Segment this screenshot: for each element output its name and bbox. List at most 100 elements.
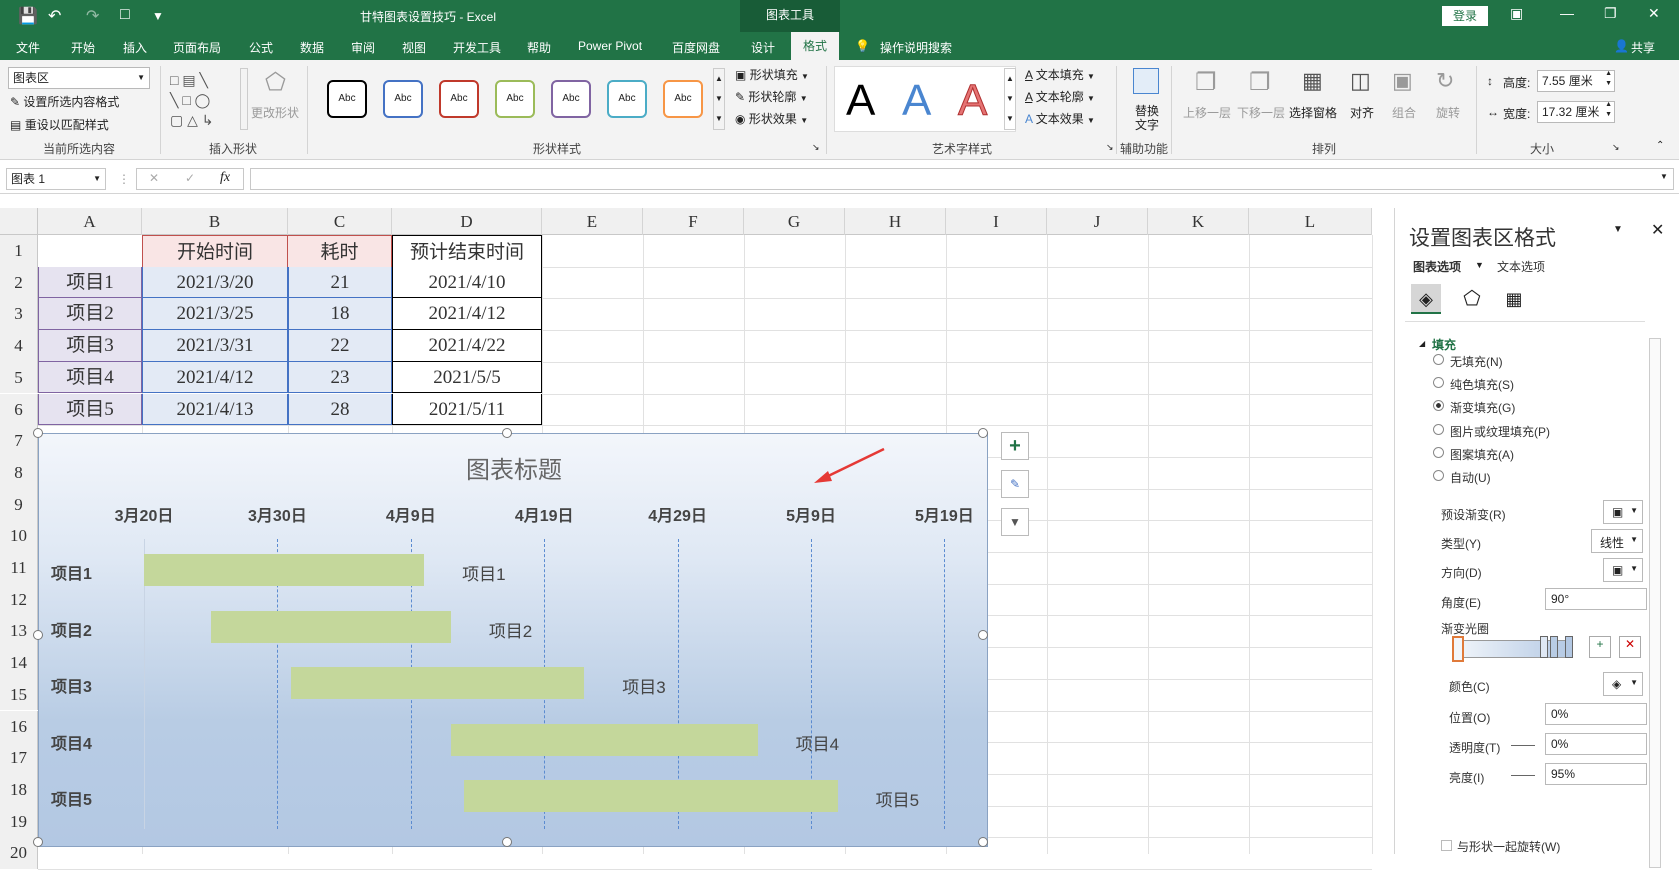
gantt-bar[interactable] xyxy=(144,554,425,586)
column-header-i[interactable]: I xyxy=(946,208,1047,235)
select-all-corner[interactable] xyxy=(0,208,38,235)
radio-solid-fill[interactable] xyxy=(1433,377,1444,388)
align-icon[interactable]: ◫ xyxy=(1350,68,1371,94)
column-header-k[interactable]: K xyxy=(1148,208,1249,235)
wordart-scroll[interactable]: ▲ ▼ ▼ xyxy=(1004,68,1016,130)
reset-style-button[interactable]: ▤ 重设以匹配样式 xyxy=(10,116,109,133)
text-fill-button[interactable]: A 文本填充 ▼ xyxy=(1025,66,1095,83)
align-button[interactable]: 对齐 xyxy=(1350,104,1374,121)
edit-shape-icon[interactable]: ⬠ xyxy=(265,68,286,97)
resize-handle[interactable] xyxy=(33,837,43,847)
row-header[interactable]: 16 xyxy=(0,710,38,743)
send-backward-icon[interactable]: ❐ xyxy=(1249,68,1271,97)
close-icon[interactable]: ✕ xyxy=(1648,5,1660,22)
gantt-chart[interactable]: 图表标题 3月20日 3月30日 4月9日 4月19日 4月29日 5月9日 5月19日 项目… xyxy=(38,433,988,847)
table-cell[interactable]: 项目5 xyxy=(38,393,142,426)
resize-handle[interactable] xyxy=(978,428,988,438)
effects-icon[interactable]: ⬠ xyxy=(1457,284,1487,314)
table-cell[interactable]: 2021/4/12 xyxy=(392,298,542,331)
table-cell[interactable]: 2021/4/13 xyxy=(142,393,288,426)
row-header[interactable]: 13 xyxy=(0,615,38,648)
table-cell[interactable]: 2021/3/25 xyxy=(142,298,288,331)
tab-text-options[interactable]: 文本选项 xyxy=(1497,258,1545,275)
tab-page-layout[interactable]: 页面布局 xyxy=(173,39,221,56)
bring-forward-icon[interactable]: ❐ xyxy=(1195,68,1217,97)
shapes-scroll[interactable] xyxy=(240,68,248,130)
table-cell[interactable]: 2021/5/11 xyxy=(392,393,542,426)
radio-auto-fill[interactable] xyxy=(1433,470,1444,481)
chart-filter-icon[interactable]: ▼ xyxy=(1001,508,1029,536)
shape-style-4[interactable]: Abc xyxy=(495,80,535,118)
rotate-icon[interactable]: ↻ xyxy=(1436,68,1454,94)
row-header[interactable]: 12 xyxy=(0,583,38,616)
header-cell-duration[interactable]: 耗时 xyxy=(288,235,392,268)
tab-review[interactable]: 审阅 xyxy=(351,39,375,56)
column-header-g[interactable]: G xyxy=(744,208,845,235)
change-shape-button[interactable]: 更改形状 xyxy=(251,104,299,121)
height-input[interactable]: 7.55 厘米 ▲ ▼ xyxy=(1537,70,1615,92)
gantt-bar[interactable] xyxy=(210,610,451,643)
alt-text-button[interactable]: 替换文字 xyxy=(1132,104,1162,132)
tab-design[interactable]: 设计 xyxy=(751,39,775,56)
tell-me-search[interactable]: 操作说明搜索 xyxy=(880,39,952,56)
save-icon[interactable]: 💾 xyxy=(18,6,38,26)
wordart-style-1[interactable]: A xyxy=(846,76,875,126)
remove-stop-icon[interactable]: ✕ xyxy=(1619,636,1641,658)
brightness-input[interactable]: 95% xyxy=(1545,763,1647,785)
bar-data-label[interactable]: 项目4 xyxy=(796,730,839,755)
ribbon-display-icon[interactable]: ▣ xyxy=(1510,5,1523,22)
rotate-with-shape-checkbox[interactable] xyxy=(1441,840,1452,851)
row-header[interactable]: 8 xyxy=(0,456,38,489)
bar-data-label[interactable]: 项目5 xyxy=(876,786,919,811)
tab-formulas[interactable]: 公式 xyxy=(249,39,273,56)
table-cell[interactable]: 22 xyxy=(288,330,392,362)
table-cell[interactable]: 23 xyxy=(288,361,392,394)
position-input[interactable]: 0% xyxy=(1545,703,1647,725)
bar-data-label[interactable]: 项目2 xyxy=(489,617,532,642)
row-header[interactable]: 11 xyxy=(0,552,38,584)
confirm-icon[interactable]: ✓ xyxy=(185,171,195,185)
gradient-stop-handle[interactable] xyxy=(1452,636,1464,662)
transparency-slider[interactable] xyxy=(1511,745,1535,746)
resize-handle[interactable] xyxy=(502,837,512,847)
table-cell[interactable]: 2021/5/5 xyxy=(392,361,542,394)
shape-outline-button[interactable]: ✎ 形状轮廓 ▼ xyxy=(735,88,808,105)
tab-baidu[interactable]: 百度网盘 xyxy=(672,39,720,56)
wordart-style-3[interactable]: A xyxy=(957,76,987,126)
shape-styles-scroll[interactable]: ▲ ▼ ▼ xyxy=(713,68,725,130)
column-header-l[interactable]: L xyxy=(1249,208,1372,235)
column-header-f[interactable]: F xyxy=(643,208,744,235)
column-header-b[interactable]: B xyxy=(142,208,288,235)
shape-fill-button[interactable]: ▣ 形状填充 ▼ xyxy=(735,66,809,83)
resize-handle[interactable] xyxy=(978,837,988,847)
wordart-style-2[interactable]: A xyxy=(902,76,931,126)
chevron-down-icon[interactable]: ▼ xyxy=(1475,260,1484,270)
table-cell[interactable]: 2021/3/20 xyxy=(142,266,288,299)
row-header[interactable]: 4 xyxy=(0,330,38,362)
resize-handle[interactable] xyxy=(978,630,988,640)
redo-icon[interactable]: ↷ xyxy=(86,6,99,26)
pane-scrollbar[interactable] xyxy=(1649,338,1661,868)
row-header[interactable]: 19 xyxy=(0,805,38,838)
tab-chart-options[interactable]: 图表选项 xyxy=(1413,258,1461,275)
spinner-icon[interactable]: ▲ ▼ xyxy=(1605,100,1612,120)
shape-style-1[interactable]: Abc xyxy=(327,80,367,118)
dialog-launcher-icon[interactable]: ↘ xyxy=(1106,142,1114,153)
gradient-stop-handle[interactable] xyxy=(1540,636,1548,658)
row-header[interactable]: 15 xyxy=(0,678,38,711)
text-effect-button[interactable]: A 文本效果 ▼ xyxy=(1025,110,1095,127)
rotate-button[interactable]: 旋转 xyxy=(1436,104,1460,121)
table-cell[interactable]: 2021/3/31 xyxy=(142,330,288,362)
share-icon[interactable]: 👤 xyxy=(1614,39,1629,53)
shapes-gallery[interactable]: □ ▤ ╲ ╲ □ ◯ ▢ △ ↳ xyxy=(170,70,240,130)
login-button[interactable]: 登录 xyxy=(1442,6,1488,26)
tab-help[interactable]: 帮助 xyxy=(527,39,551,56)
formula-input[interactable] xyxy=(250,168,1674,190)
row-header[interactable]: 14 xyxy=(0,647,38,679)
table-cell[interactable]: 2021/4/10 xyxy=(392,266,542,299)
preset-gradient-dropdown[interactable]: ▣ ▼ xyxy=(1603,500,1643,524)
fill-line-icon[interactable]: ◈ xyxy=(1411,284,1441,314)
radio-picture-fill[interactable] xyxy=(1433,424,1444,435)
shape-effect-button[interactable]: ◉ 形状效果 ▼ xyxy=(735,110,808,127)
radio-no-fill[interactable] xyxy=(1433,354,1444,365)
